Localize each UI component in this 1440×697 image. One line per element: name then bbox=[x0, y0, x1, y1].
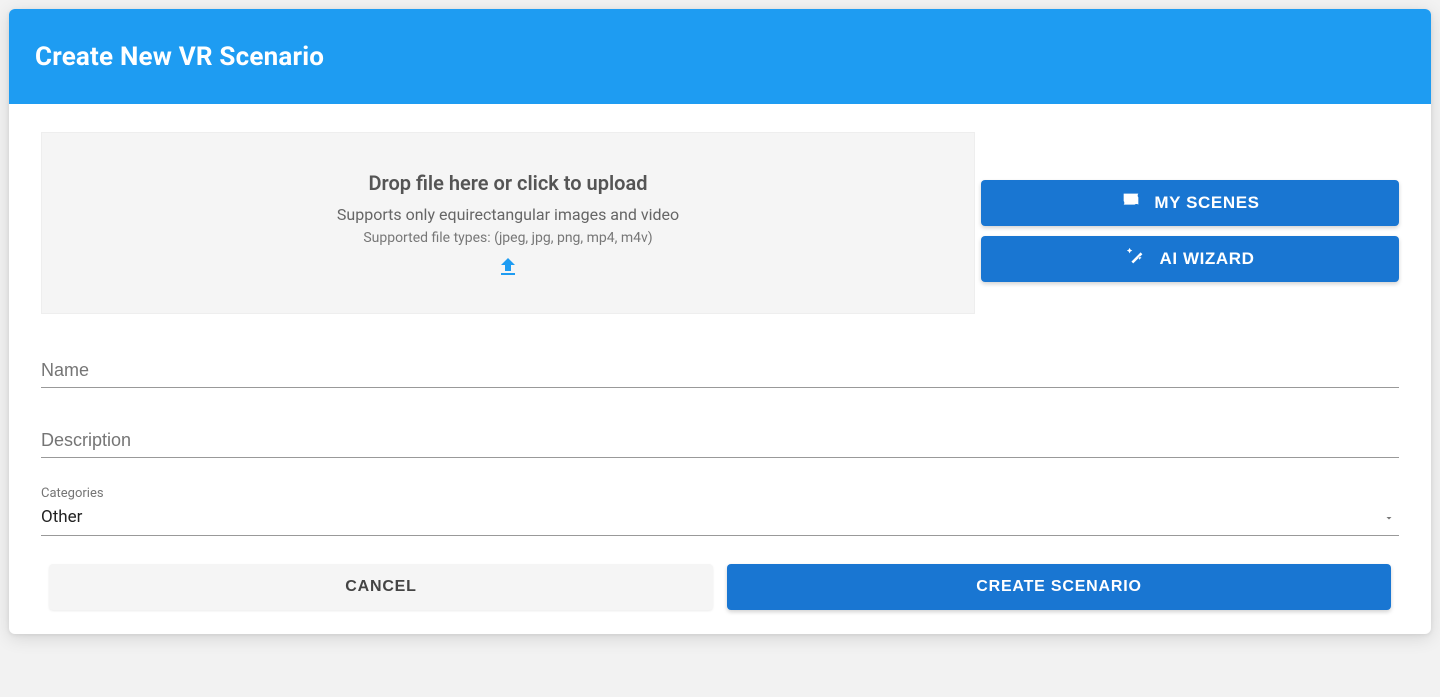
name-field-wrapper bbox=[41, 354, 1399, 388]
side-buttons: MY SCENES AI WIZARD bbox=[981, 132, 1399, 314]
description-field-wrapper bbox=[41, 424, 1399, 458]
flag-icon bbox=[1120, 190, 1142, 217]
categories-label: Categories bbox=[41, 486, 1399, 501]
create-scenario-dialog: Create New VR Scenario Drop file here or… bbox=[9, 9, 1431, 634]
create-scenario-button[interactable]: CREATE SCENARIO bbox=[727, 564, 1391, 610]
dialog-body: Drop file here or click to upload Suppor… bbox=[9, 104, 1431, 634]
cancel-button[interactable]: CANCEL bbox=[49, 564, 713, 610]
ai-wizard-button[interactable]: AI WIZARD bbox=[981, 236, 1399, 282]
categories-select[interactable]: Other bbox=[41, 503, 1399, 536]
dropzone-subtitle-2: Supported file types: (jpeg, jpg, png, m… bbox=[363, 230, 652, 246]
dialog-header: Create New VR Scenario bbox=[9, 9, 1431, 104]
dialog-title: Create New VR Scenario bbox=[35, 42, 324, 72]
name-input[interactable] bbox=[41, 354, 1399, 388]
magic-wand-icon bbox=[1125, 246, 1147, 273]
top-row: Drop file here or click to upload Suppor… bbox=[41, 132, 1399, 314]
form-fields: Categories Other bbox=[41, 354, 1399, 536]
dialog-actions: CANCEL CREATE SCENARIO bbox=[41, 564, 1399, 610]
categories-value: Other bbox=[41, 507, 82, 527]
dropzone-subtitle-1: Supports only equirectangular images and… bbox=[337, 205, 679, 224]
upload-icon bbox=[496, 254, 520, 284]
dropzone-title: Drop file here or click to upload bbox=[369, 171, 648, 195]
file-dropzone[interactable]: Drop file here or click to upload Suppor… bbox=[41, 132, 975, 314]
ai-wizard-label: AI WIZARD bbox=[1159, 249, 1254, 269]
chevron-down-icon bbox=[1383, 509, 1395, 529]
my-scenes-label: MY SCENES bbox=[1154, 193, 1259, 213]
my-scenes-button[interactable]: MY SCENES bbox=[981, 180, 1399, 226]
description-input[interactable] bbox=[41, 424, 1399, 458]
categories-field-wrapper: Categories Other bbox=[41, 486, 1399, 536]
